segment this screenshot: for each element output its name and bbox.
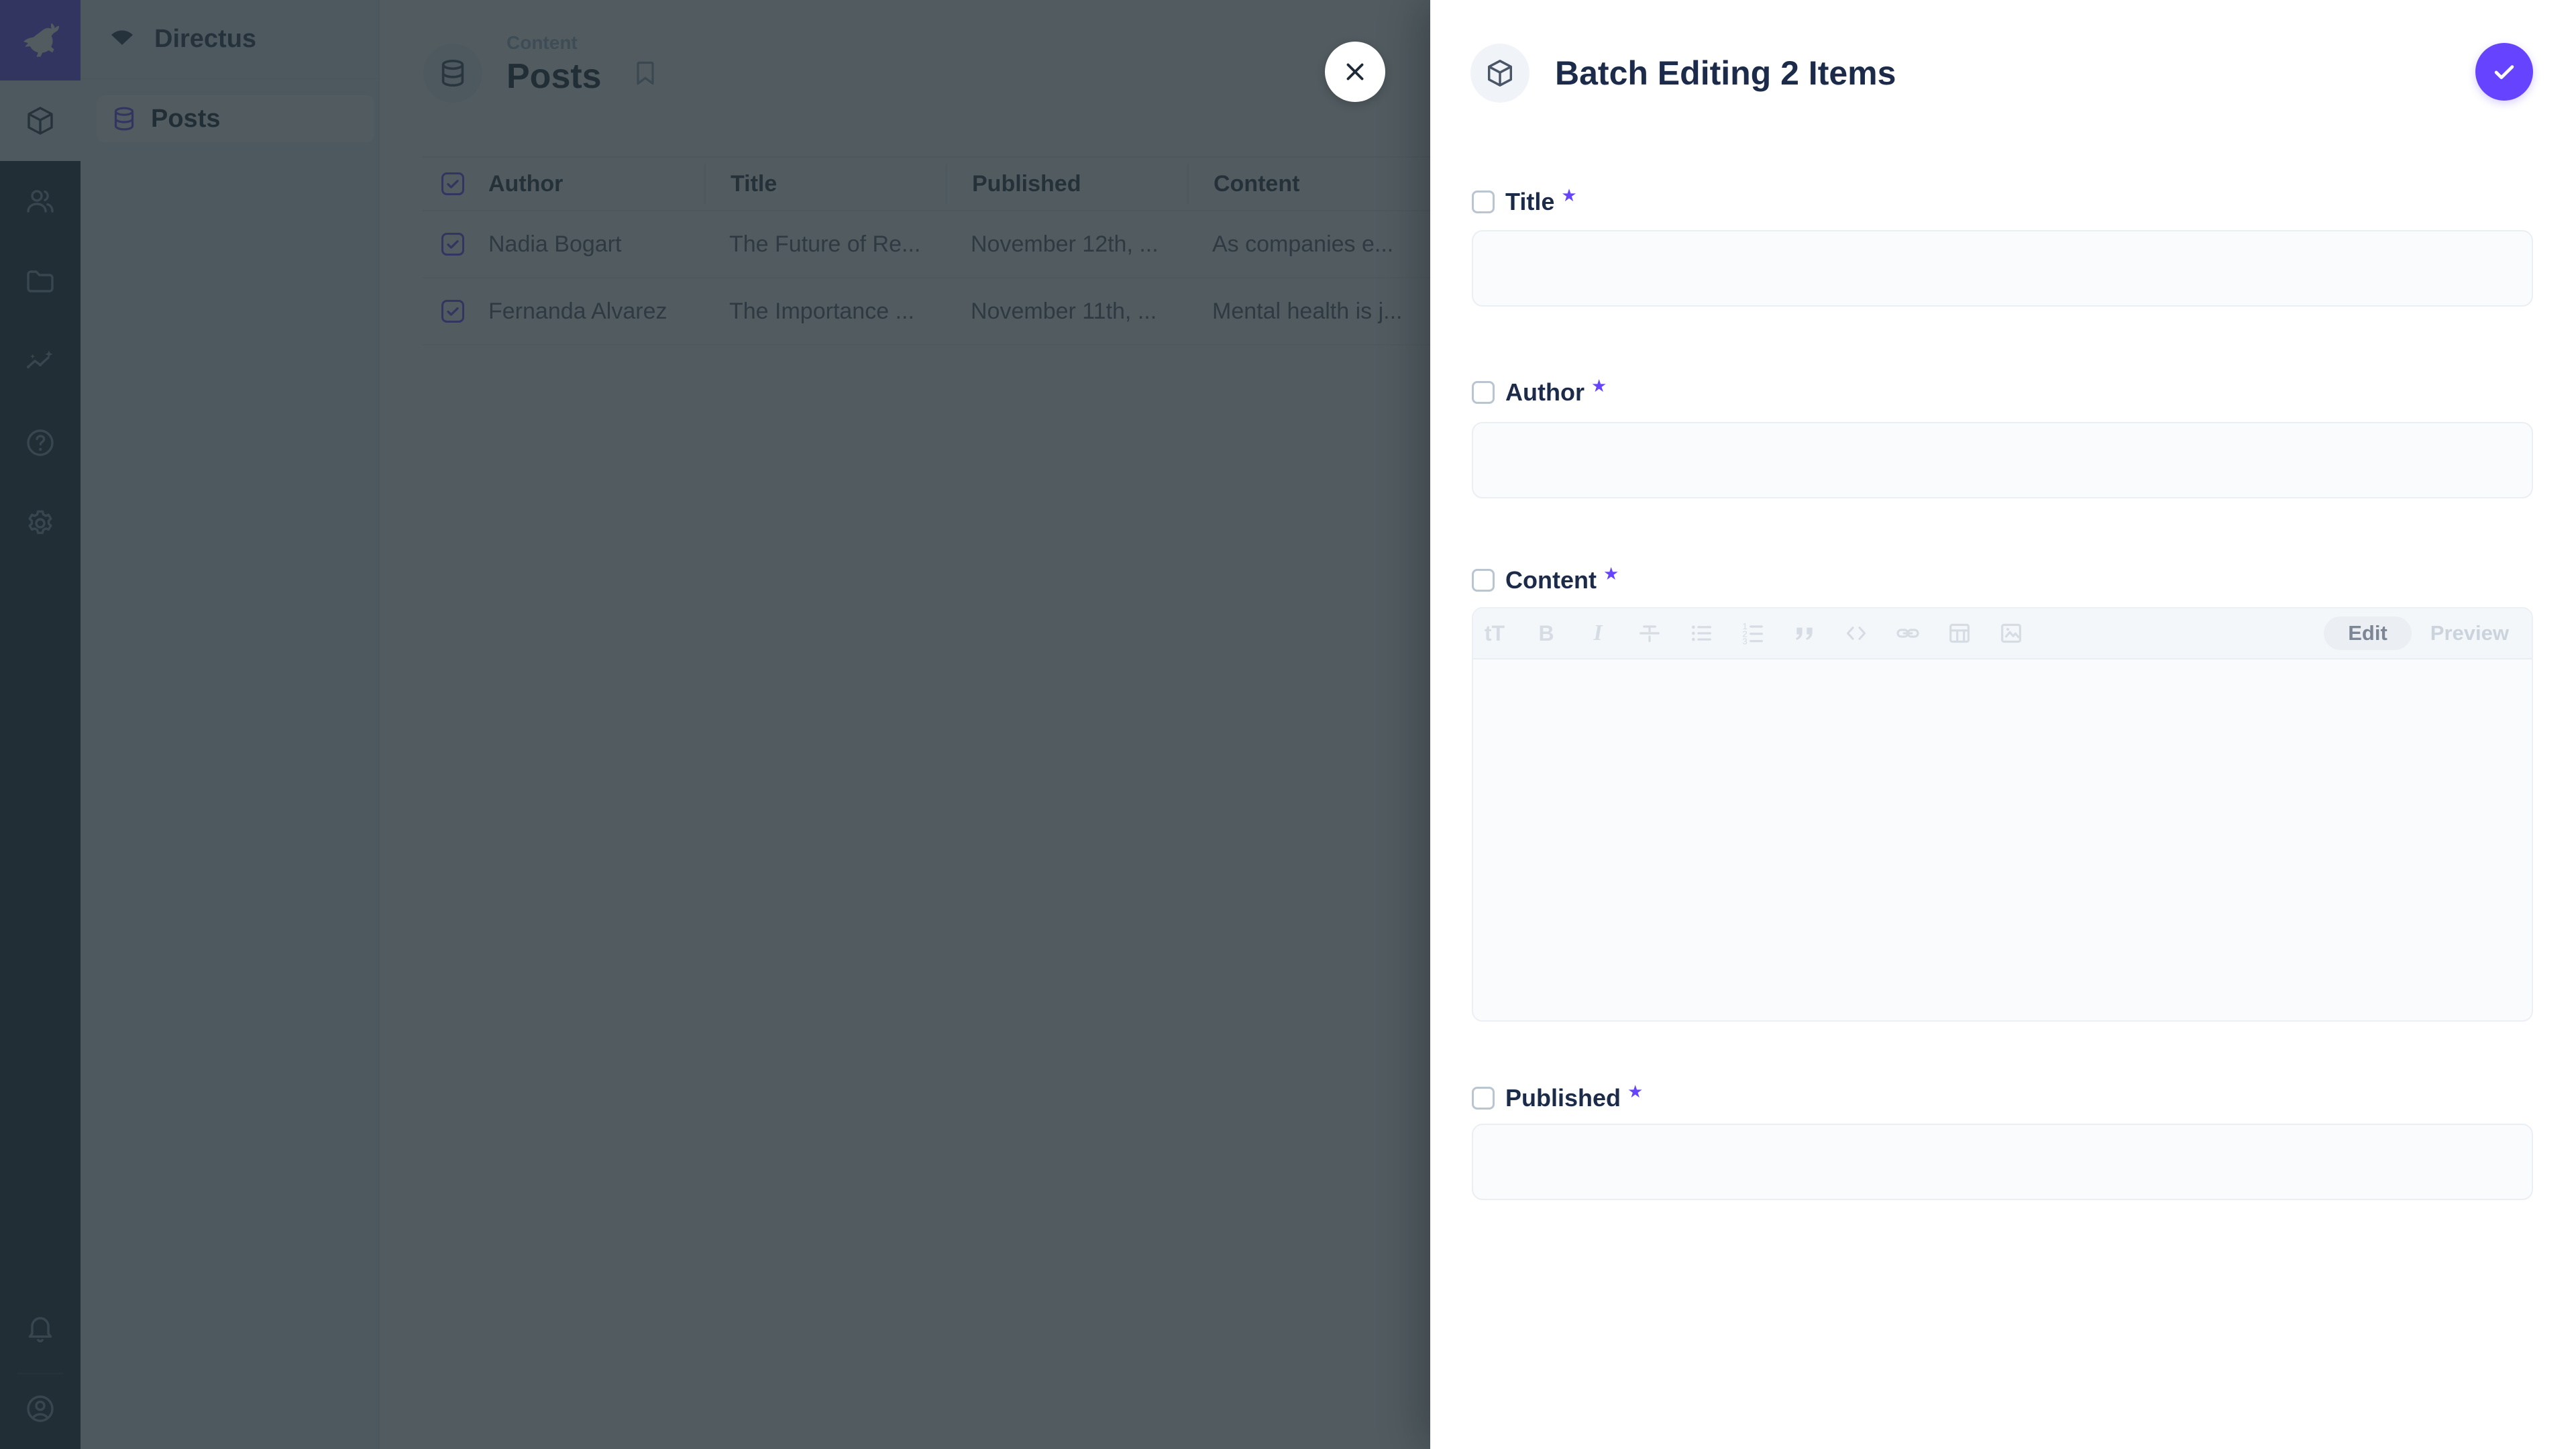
batch-enable-checkbox-content[interactable] [1472, 569, 1495, 592]
batch-enable-checkbox-published[interactable] [1472, 1087, 1495, 1110]
markdown-editor: tT B I 123 [1472, 607, 2533, 1022]
close-drawer-button[interactable] [1325, 42, 1385, 102]
field-label-row-author: Author ★ [1472, 379, 1607, 406]
tab-preview[interactable]: Preview [2430, 621, 2513, 645]
author-field[interactable] [1472, 422, 2533, 498]
field-label-row-published: Published ★ [1472, 1085, 1643, 1112]
box-icon [1485, 58, 1515, 89]
field-label-row-title: Title ★ [1472, 189, 1577, 215]
editor-toolbar: tT B I 123 [1473, 608, 2532, 659]
required-star-icon: ★ [1627, 1081, 1643, 1102]
code-icon[interactable] [1841, 619, 1871, 648]
required-star-icon: ★ [1591, 376, 1607, 396]
field-label: Author [1505, 378, 1585, 407]
drawer-title: Batch Editing 2 Items [1555, 54, 1896, 93]
table-icon[interactable] [1945, 619, 1974, 648]
tab-edit[interactable]: Edit [2324, 616, 2412, 650]
bulleted-list-icon[interactable] [1686, 619, 1716, 648]
svg-text:3: 3 [1742, 637, 1747, 647]
close-icon [1341, 58, 1369, 86]
link-icon[interactable] [1893, 619, 1923, 648]
batch-enable-checkbox-title[interactable] [1472, 191, 1495, 213]
field-label-row-content: Content ★ [1472, 567, 1619, 594]
editor-mode-tabs: Edit Preview [2324, 616, 2513, 650]
blockquote-icon[interactable] [1790, 619, 1819, 648]
batch-enable-checkbox-author[interactable] [1472, 381, 1495, 404]
batch-edit-drawer: Batch Editing 2 Items Title ★ Author ★ C… [1430, 0, 2576, 1449]
field-label: Content [1505, 566, 1597, 594]
field-label: Title [1505, 188, 1554, 216]
numbered-list-icon[interactable]: 123 [1738, 619, 1768, 648]
bold-icon[interactable]: B [1532, 619, 1561, 648]
italic-icon[interactable]: I [1583, 619, 1613, 648]
check-icon [2489, 57, 2519, 87]
save-button[interactable] [2475, 43, 2533, 101]
required-star-icon: ★ [1603, 564, 1619, 584]
published-field[interactable] [1472, 1124, 2533, 1200]
field-label: Published [1505, 1084, 1621, 1112]
title-field[interactable] [1472, 230, 2533, 307]
required-star-icon: ★ [1561, 185, 1576, 206]
font-size-icon[interactable]: tT [1480, 619, 1509, 648]
image-icon[interactable] [1996, 619, 2026, 648]
content-editor-textarea[interactable] [1473, 659, 2532, 1022]
strikethrough-icon[interactable] [1635, 619, 1664, 648]
drawer-header-icon-circle [1470, 44, 1529, 103]
